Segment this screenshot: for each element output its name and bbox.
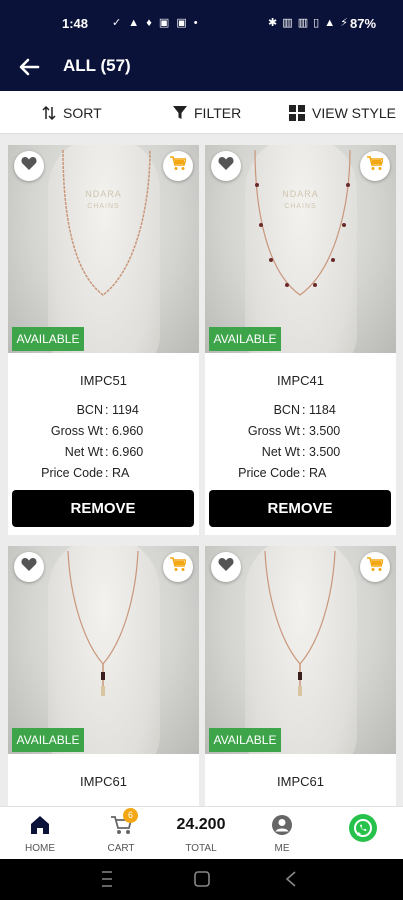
status-badge: AVAILABLE: [12, 728, 84, 752]
arrow-left-icon[interactable]: [14, 52, 44, 82]
sort-label: SORT: [63, 104, 102, 121]
heart-icon: [21, 156, 37, 176]
battery-level: 87%: [350, 16, 377, 31]
cart-icon: [367, 156, 385, 176]
add-to-cart-button[interactable]: [163, 552, 193, 582]
product-card[interactable]: NDARA CHAINS AVAILABLE IMPC51 BCN: 1194 …: [8, 145, 199, 535]
sort-button[interactable]: SORT: [42, 91, 102, 134]
cart-icon: [170, 557, 188, 577]
product-card[interactable]: NDARA CHAINS AVAILABLE IMPC41 BCN: 1184 …: [205, 145, 396, 535]
notification-icons: ✓ ▲ ♦ ▣ ▣ •: [112, 17, 200, 29]
product-code: IMPC61: [80, 774, 127, 789]
nav-home[interactable]: HOME: [10, 807, 70, 860]
add-to-cart-button[interactable]: [360, 151, 390, 181]
product-card[interactable]: AVAILABLE IMPC61: [8, 546, 199, 806]
wishlist-button[interactable]: [14, 151, 44, 181]
app-bar: ALL (57): [0, 46, 403, 91]
system-nav-bar: [0, 859, 403, 900]
bottom-nav: HOME CART 24.200 TOTAL ME: [0, 806, 403, 859]
user-icon: [271, 814, 293, 841]
add-to-cart-button[interactable]: [163, 151, 193, 181]
sort-icon: [42, 105, 56, 121]
nav-cart[interactable]: CART: [91, 807, 151, 860]
cart-icon: [367, 557, 385, 577]
heart-icon: [218, 156, 234, 176]
back-button-icon[interactable]: [284, 870, 298, 893]
nav-home-label: HOME: [25, 843, 55, 854]
product-card[interactable]: AVAILABLE IMPC61: [205, 546, 396, 806]
status-badge: AVAILABLE: [12, 327, 84, 351]
cart-count-badge: 6: [123, 808, 138, 823]
page-title: ALL (57): [63, 56, 131, 75]
nav-cart-label: CART: [107, 843, 135, 854]
status-badge: AVAILABLE: [209, 327, 281, 351]
view-style-label: VIEW STYLE: [312, 104, 397, 121]
cart-icon: [170, 156, 188, 176]
whatsapp-icon: [349, 819, 377, 846]
status-bar: 1:48 ✓ ▲ ♦ ▣ ▣ • ✱ ▥ ▥ ▯ ▲ ⚡ 87%: [0, 0, 403, 46]
remove-button[interactable]: REMOVE: [209, 490, 391, 527]
product-code: IMPC61: [277, 774, 324, 789]
filter-label: FILTER: [194, 104, 242, 121]
recent-apps-icon[interactable]: [100, 870, 114, 893]
heart-icon: [21, 557, 37, 577]
nav-me[interactable]: ME: [252, 807, 312, 860]
product-code: IMPC51: [80, 373, 127, 388]
filter-button[interactable]: FILTER: [173, 91, 241, 134]
whatsapp-button[interactable]: [349, 814, 377, 842]
wishlist-button[interactable]: [14, 552, 44, 582]
grid-icon: [289, 104, 305, 121]
product-code: IMPC41: [277, 373, 324, 388]
wishlist-button[interactable]: [211, 552, 241, 582]
toolbar: SORT FILTER VIEW STYLE: [0, 91, 403, 134]
heart-icon: [218, 557, 234, 577]
status-badge: AVAILABLE: [209, 728, 281, 752]
home-button-icon[interactable]: [193, 870, 211, 893]
nav-me-label: ME: [274, 843, 290, 854]
view-style-button[interactable]: VIEW STYLE: [289, 91, 396, 134]
system-icons: ✱ ▥ ▥ ▯ ▲ ⚡: [268, 17, 349, 29]
nav-total-label: TOTAL: [185, 843, 217, 854]
status-time: 1:48: [62, 16, 89, 31]
add-to-cart-button[interactable]: [360, 552, 390, 582]
total-value: 24.200: [176, 816, 226, 833]
wishlist-button[interactable]: [211, 151, 241, 181]
home-icon: [29, 814, 51, 841]
filter-icon: [173, 105, 187, 120]
remove-button[interactable]: REMOVE: [12, 490, 194, 527]
nav-total: 24.200 TOTAL: [171, 807, 231, 860]
